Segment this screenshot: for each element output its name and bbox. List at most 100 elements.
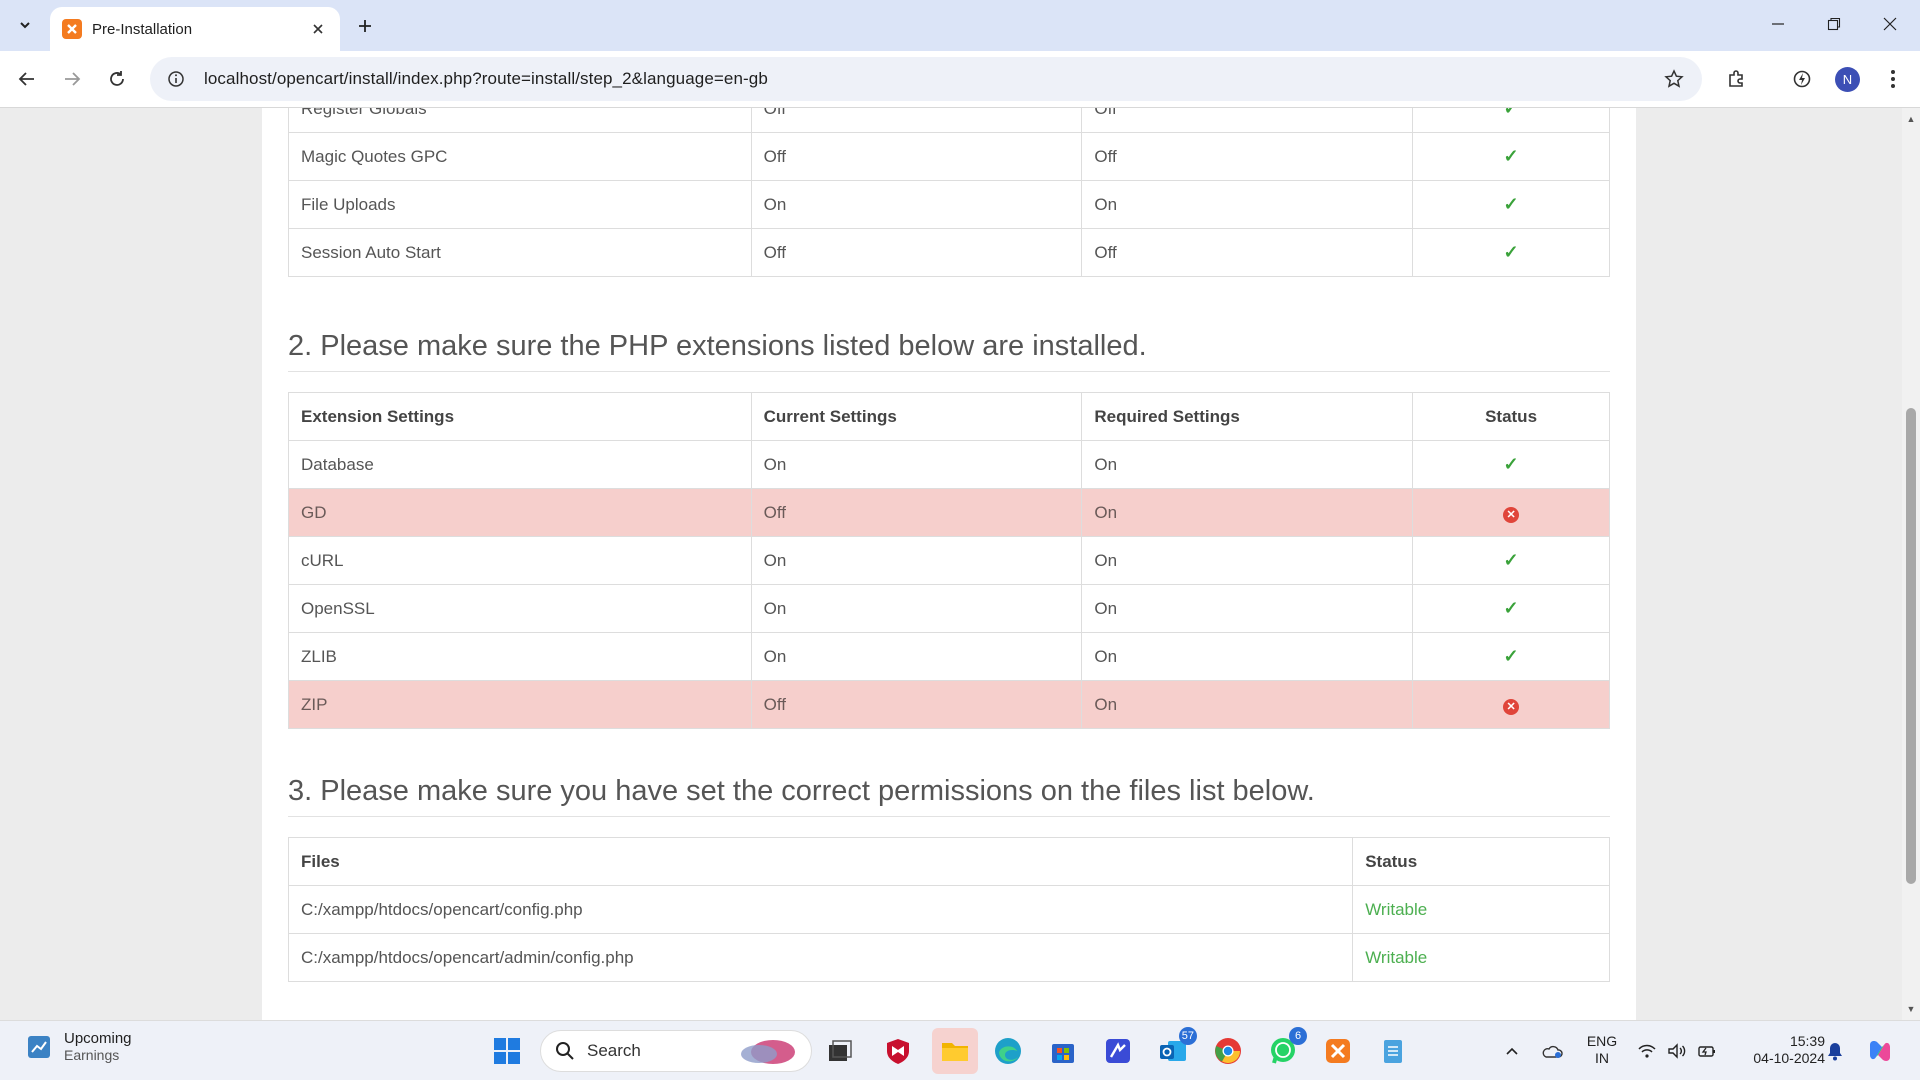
notepad-icon[interactable] [1373,1031,1413,1071]
table-header-row: Files Status [287,837,1610,886]
clock[interactable]: 15:39 04-10-2024 [1735,1033,1825,1067]
required-value: On [1081,536,1414,585]
minimize-icon[interactable] [1750,0,1806,48]
outlook-unread-badge: 57 [1178,1027,1197,1045]
setting-name: Register Globals [288,108,752,133]
volume-icon[interactable] [1662,1031,1692,1071]
battery-icon[interactable] [1692,1031,1722,1071]
table-header-row: Extension Settings Current Settings Requ… [288,392,1610,441]
extensions-puzzle-icon[interactable] [1720,62,1754,96]
table-row: C:/xampp/htdocs/opencart/admin/config.ph… [287,933,1610,982]
widget-title: Upcoming [64,1030,132,1047]
extension-name: OpenSSL [288,584,752,633]
menu-kebab-icon[interactable] [1876,62,1910,96]
site-info-icon[interactable] [156,59,196,99]
profile-avatar[interactable]: N [1835,67,1860,92]
region-code: IN [1595,1050,1609,1066]
chrome-icon[interactable] [1208,1031,1248,1071]
required-value: On [1081,632,1414,681]
wifi-icon[interactable] [1632,1031,1662,1071]
table-row: C:/xampp/htdocs/opencart/config.php Writ… [287,885,1610,934]
column-header: Current Settings [750,392,1083,441]
required-value: On [1081,584,1414,633]
show-hidden-icons-chevron-icon[interactable] [1492,1031,1532,1071]
restore-icon[interactable] [1806,0,1862,48]
mcafee-icon[interactable] [878,1031,918,1071]
checkmark-icon: ✓ [1503,242,1519,262]
tab-search-chevron-icon[interactable] [10,11,40,39]
current-value: Off [750,108,1083,133]
extension-name: Database [288,440,752,489]
status-cell: ✓ [1412,536,1610,585]
bookmark-star-icon[interactable] [1656,61,1692,97]
scroll-up-arrow-icon[interactable]: ▲ [1906,114,1916,124]
table-row: Register Globals Off Off ✓ [288,108,1610,133]
scroll-down-arrow-icon[interactable]: ▼ [1906,1004,1916,1014]
search-label: Search [587,1041,641,1060]
error-x-icon: ✕ [1503,506,1520,523]
whatsapp-icon[interactable]: 6 [1263,1027,1307,1071]
file-path: C:/xampp/htdocs/opencart/admin/config.ph… [287,933,1354,982]
widgets-button[interactable]: Upcoming Earnings [26,1030,132,1063]
setting-name: Session Auto Start [288,228,752,277]
required-value: Off [1081,108,1414,133]
column-header: Required Settings [1081,392,1414,441]
language-indicator[interactable]: ENG IN [1576,1033,1628,1067]
table-row-error: GD Off On ✕ [288,488,1610,537]
status-cell: ✓ [1412,228,1610,277]
status-cell: ✓ [1412,440,1610,489]
new-tab-icon[interactable] [350,11,380,41]
table-row: cURL On On ✓ [288,536,1610,585]
page-scrollbar[interactable]: ▲ ▼ [1902,108,1920,1020]
status-cell: ✓ [1412,180,1610,229]
address-bar[interactable]: localhost/opencart/install/index.php?rou… [150,57,1702,101]
copilot-icon[interactable] [1862,1031,1898,1071]
current-value: Off [750,132,1083,181]
xampp-icon[interactable] [1318,1031,1358,1071]
taskbar-search-box[interactable]: Search [540,1030,812,1072]
tab-strip: Pre-Installation [0,0,1920,51]
file-explorer-icon[interactable] [932,1028,978,1074]
current-value: On [750,536,1083,585]
windows-start-icon[interactable] [487,1031,527,1071]
stocks-icon [28,1035,50,1058]
widget-subtitle: Earnings [64,1047,120,1063]
column-header: Status [1412,392,1610,441]
table-row: OpenSSL On On ✓ [288,584,1610,633]
browser-tab[interactable]: Pre-Installation [50,7,340,51]
file-permissions-table: Files Status C:/xampp/htdocs/opencart/co… [287,837,1610,982]
required-value: Off [1081,132,1414,181]
table-row: Magic Quotes GPC Off Off ✓ [288,132,1610,181]
notification-bell-icon[interactable] [1820,1031,1850,1071]
checkmark-icon: ✓ [1503,146,1519,166]
error-x-icon: ✕ [1503,698,1520,715]
close-window-icon[interactable] [1862,0,1918,48]
scroll-thumb[interactable] [1906,408,1916,884]
vscode-icon[interactable] [1098,1031,1138,1071]
status-cell: ✓ [1412,632,1610,681]
required-value: On [1081,488,1414,537]
search-icon [556,1042,574,1060]
section-heading-permissions: 3. Please make sure you have set the cor… [288,775,1610,817]
reload-icon[interactable] [100,62,134,96]
performance-icon[interactable] [1785,62,1819,96]
search-highlight-icon [741,1040,795,1064]
microsoft-store-icon[interactable] [1043,1031,1083,1071]
status-cell: ✓ [1412,584,1610,633]
current-value: Off [750,680,1083,729]
current-value: On [750,632,1083,681]
current-value: On [750,180,1083,229]
page-viewport: Register Globals Off Off ✓ Magic Quotes … [0,108,1902,1020]
outlook-icon[interactable]: 57 [1153,1027,1197,1071]
onedrive-icon[interactable] [1534,1031,1570,1071]
windows-taskbar: Upcoming Earnings Search 57 6 ENG IN 15:… [0,1020,1920,1080]
url-text[interactable]: localhost/opencart/install/index.php?rou… [204,69,1656,89]
edge-browser-icon[interactable] [988,1031,1028,1071]
clock-date: 04-10-2024 [1753,1050,1825,1066]
required-value: Off [1081,228,1414,277]
task-view-icon[interactable] [820,1031,860,1071]
forward-arrow-icon[interactable] [55,62,89,96]
extension-name: ZIP [288,680,752,729]
tab-close-icon[interactable] [306,17,330,41]
back-arrow-icon[interactable] [10,62,44,96]
